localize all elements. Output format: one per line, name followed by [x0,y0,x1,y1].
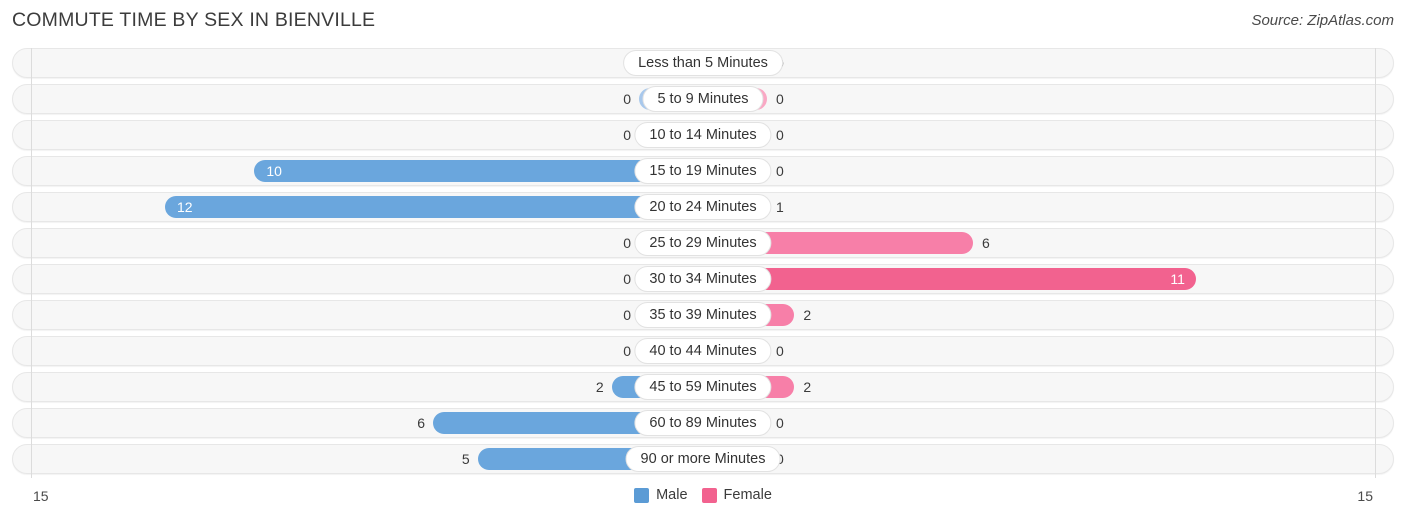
category-label: 40 to 44 Minutes [634,338,772,364]
chart-row: 12 1 20 to 24 Minutes [0,192,1406,222]
value-label-male: 6 [417,415,425,431]
value-label-male: 2 [595,379,604,395]
value-label-male: 12 [177,199,193,215]
legend-label: Female [723,487,772,503]
chart-row: 2 2 45 to 59 Minutes [0,372,1406,402]
category-label: 25 to 29 Minutes [634,230,772,256]
value-label-male: 0 [623,235,631,251]
category-label: 10 to 14 Minutes [634,122,772,148]
value-label-female: 0 [776,91,784,107]
value-label-female: 2 [803,307,812,323]
value-label-female: 0 [776,163,784,179]
category-label: 90 or more Minutes [625,446,781,472]
plot-area: 00Less than 5 Minutes005 to 9 Minutes001… [0,48,1406,482]
value-label-male: 0 [623,307,631,323]
value-label-female: 6 [982,235,990,251]
category-label: 35 to 39 Minutes [634,302,772,328]
chart-row: 6 0 60 to 89 Minutes [0,408,1406,438]
chart-header: COMMUTE TIME BY SEX IN BIENVILLE Source:… [0,0,1406,42]
chart-row: 0 0 10 to 14 Minutes [0,120,1406,150]
legend-label: Male [656,487,688,503]
value-label-male: 0 [623,271,631,287]
legend-item-female[interactable]: Female [701,487,772,503]
value-label-female: 0 [776,343,784,359]
chart-row: 10 0 15 to 19 Minutes [0,156,1406,186]
chart-legend: Male Female [0,487,1406,503]
value-label-female: 0 [776,415,784,431]
category-label: 20 to 24 Minutes [634,194,772,220]
legend-item-male[interactable]: Male [634,487,688,503]
value-label-male: 5 [461,451,470,467]
chart-container: COMMUTE TIME BY SEX IN BIENVILLE Source:… [0,0,1406,523]
chart-row: 0 0 40 to 44 Minutes [0,336,1406,366]
category-label: 45 to 59 Minutes [634,374,772,400]
category-label: 5 to 9 Minutes [642,86,764,112]
axis-line-right [1375,48,1376,478]
source-attribution: Source: ZipAtlas.com [1251,12,1394,29]
category-label: Less than 5 Minutes [623,50,783,76]
value-label-female: 2 [803,379,812,395]
value-label-male: 0 [623,91,631,107]
chart-row: 0 11 30 to 34 Minutes [0,264,1406,294]
legend-swatch-icon [701,487,717,503]
page-title: COMMUTE TIME BY SEX IN BIENVILLE [12,9,376,31]
axis-line-left [31,48,32,478]
chart-row: 5090 or more Minutes [0,444,1406,474]
chart-row: 0 2 35 to 39 Minutes [0,300,1406,330]
bar-female [705,268,1197,290]
value-label-male: 0 [623,343,631,359]
value-label-male: 0 [623,127,631,143]
bar-male [165,196,701,218]
chart-row: 00Less than 5 Minutes [0,48,1406,78]
legend-swatch-icon [634,487,650,503]
chart-footer: 15 15 Male Female [0,484,1406,516]
chart-row: 0 6 25 to 29 Minutes [0,228,1406,258]
category-label: 30 to 34 Minutes [634,266,772,292]
category-label: 15 to 19 Minutes [634,158,772,184]
value-label-male: 10 [266,163,282,179]
value-label-female: 11 [1170,271,1185,287]
value-label-female: 0 [776,127,784,143]
category-label: 60 to 89 Minutes [634,410,772,436]
value-label-female: 1 [776,199,784,215]
chart-row: 0 0 5 to 9 Minutes [0,84,1406,114]
